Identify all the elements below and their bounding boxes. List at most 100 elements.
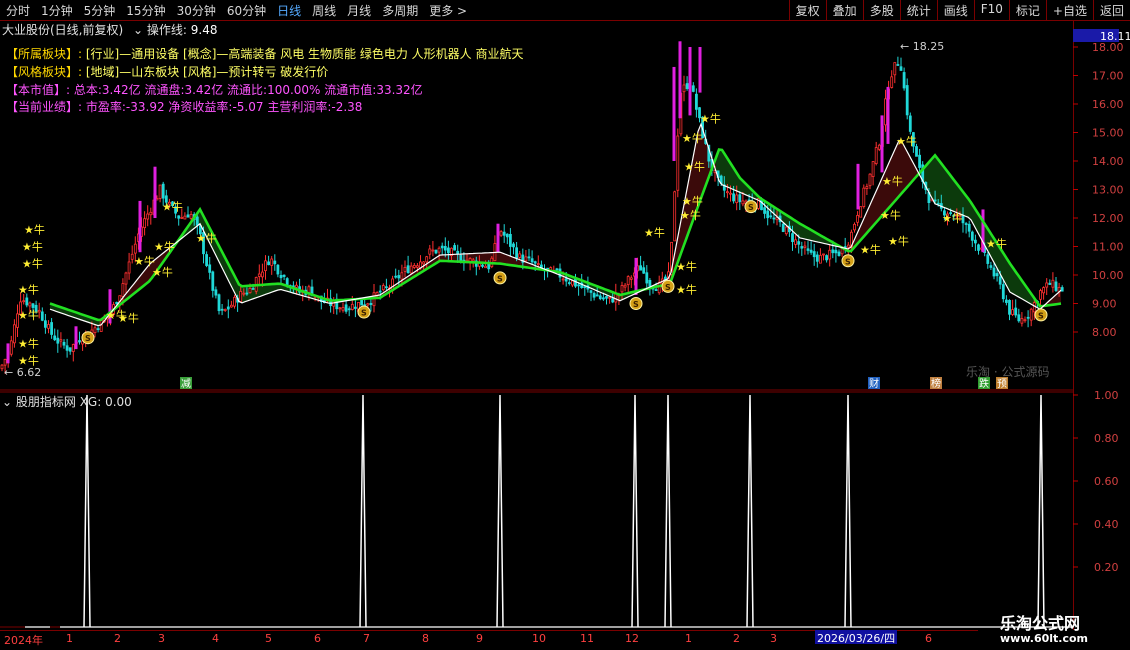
candlestick-chart[interactable]: 8.009.0010.0011.0012.0013.0014.0015.0016… bbox=[0, 0, 1130, 650]
buy-signal-label: ★牛 bbox=[986, 237, 1007, 251]
candle-body bbox=[360, 299, 364, 306]
candle-body bbox=[443, 246, 447, 251]
candle-body bbox=[189, 214, 193, 219]
ma-ribbon-segment bbox=[263, 284, 266, 296]
candle-body bbox=[1017, 314, 1021, 322]
candle-body bbox=[279, 274, 283, 279]
buy-signal-label: ★牛 bbox=[882, 174, 903, 188]
candle-body bbox=[3, 359, 7, 366]
candle-body bbox=[50, 322, 53, 335]
candle-body bbox=[1032, 302, 1036, 313]
candle-body bbox=[257, 273, 261, 277]
candle-body bbox=[859, 206, 863, 218]
event-marker-label: 财 bbox=[869, 377, 879, 390]
ma-ribbon-segment bbox=[905, 147, 908, 190]
candle-body bbox=[794, 239, 797, 245]
candle-body bbox=[264, 260, 267, 272]
candle-body bbox=[223, 308, 227, 311]
candle-body bbox=[502, 231, 506, 236]
highlight-candle bbox=[153, 166, 157, 218]
candle-body bbox=[353, 306, 357, 309]
candle-body bbox=[384, 286, 388, 289]
date-tick: 2 bbox=[114, 632, 121, 645]
candle-body bbox=[602, 297, 605, 300]
candle-body bbox=[217, 294, 221, 312]
candle-body bbox=[803, 245, 807, 248]
xg-spike bbox=[1037, 394, 1045, 628]
sub-tick-label: 0.40 bbox=[1094, 518, 1119, 531]
candle-body bbox=[564, 278, 568, 282]
candle-body bbox=[626, 276, 630, 286]
candle-body bbox=[896, 64, 900, 66]
candle-body bbox=[828, 249, 832, 260]
date-tick: 6 bbox=[925, 632, 932, 645]
candle-body bbox=[0, 364, 4, 370]
hold-signal-label: S bbox=[1038, 311, 1044, 320]
sub-tick-label: 0.60 bbox=[1094, 475, 1119, 488]
candle-body bbox=[31, 303, 35, 308]
candle-body bbox=[561, 278, 565, 281]
candle-body bbox=[695, 93, 698, 110]
candle-body bbox=[595, 294, 599, 297]
candle-body bbox=[515, 247, 518, 259]
hold-signal-label: S bbox=[748, 203, 754, 212]
highlight-candle bbox=[981, 209, 985, 253]
chevron-down-icon[interactable]: ⌄ bbox=[2, 395, 12, 409]
candle-body bbox=[527, 256, 531, 259]
candle-body bbox=[812, 251, 816, 258]
candle-body bbox=[453, 245, 457, 251]
candle-body bbox=[639, 265, 642, 271]
candle-body bbox=[589, 290, 593, 293]
candle-body bbox=[877, 144, 881, 150]
candle-body bbox=[1039, 290, 1042, 300]
candle-body bbox=[93, 327, 97, 333]
xg-spike bbox=[664, 394, 672, 628]
candle-body bbox=[642, 267, 646, 274]
candle-body bbox=[862, 187, 866, 207]
candle-body bbox=[970, 231, 974, 241]
date-tick: 9 bbox=[476, 632, 483, 645]
candle-body bbox=[47, 324, 50, 329]
candle-body bbox=[338, 307, 342, 310]
candle-body bbox=[1048, 282, 1052, 285]
buy-signal-label: ★牛 bbox=[18, 308, 39, 322]
candle-body bbox=[68, 347, 72, 352]
candle-body bbox=[211, 271, 215, 291]
highlight-candle bbox=[698, 47, 702, 93]
current-price-label: 18.11 bbox=[1100, 30, 1130, 43]
date-tick: 11 bbox=[580, 632, 594, 645]
candle-body bbox=[989, 265, 993, 268]
candle-body bbox=[124, 272, 128, 285]
candle-body bbox=[800, 246, 804, 249]
candle-body bbox=[434, 249, 438, 254]
date-tick: 6 bbox=[314, 632, 321, 645]
candle-body bbox=[772, 217, 776, 220]
candle-body bbox=[853, 223, 856, 231]
candle-body bbox=[71, 344, 75, 352]
candle-body bbox=[1008, 299, 1011, 315]
candle-body bbox=[1011, 309, 1014, 315]
candle-body bbox=[605, 296, 608, 299]
candle-body bbox=[967, 223, 971, 232]
candle-body bbox=[146, 213, 150, 220]
candle-body bbox=[1020, 318, 1024, 324]
highlight-candle bbox=[634, 257, 638, 295]
candle-body bbox=[158, 184, 162, 199]
buy-signal-label: ★牛 bbox=[118, 311, 139, 325]
candle-body bbox=[611, 298, 615, 303]
sub-indicator-label: 股朋指标网 XG: 0.00 bbox=[15, 395, 132, 409]
buy-signal-label: ★牛 bbox=[682, 131, 703, 145]
candle-body bbox=[44, 320, 47, 328]
candle-body bbox=[186, 214, 190, 218]
candle-body bbox=[871, 161, 875, 177]
candle-body bbox=[499, 231, 503, 236]
buy-signal-label: ★牛 bbox=[880, 208, 901, 222]
candle-body bbox=[214, 289, 218, 296]
xg-spike bbox=[844, 394, 852, 628]
candle-body bbox=[229, 304, 233, 308]
date-tick: 12 bbox=[625, 632, 639, 645]
candle-body bbox=[508, 233, 512, 247]
hold-signal-label: S bbox=[361, 309, 367, 318]
candle-body bbox=[533, 261, 537, 264]
highlight-candle bbox=[880, 115, 884, 173]
